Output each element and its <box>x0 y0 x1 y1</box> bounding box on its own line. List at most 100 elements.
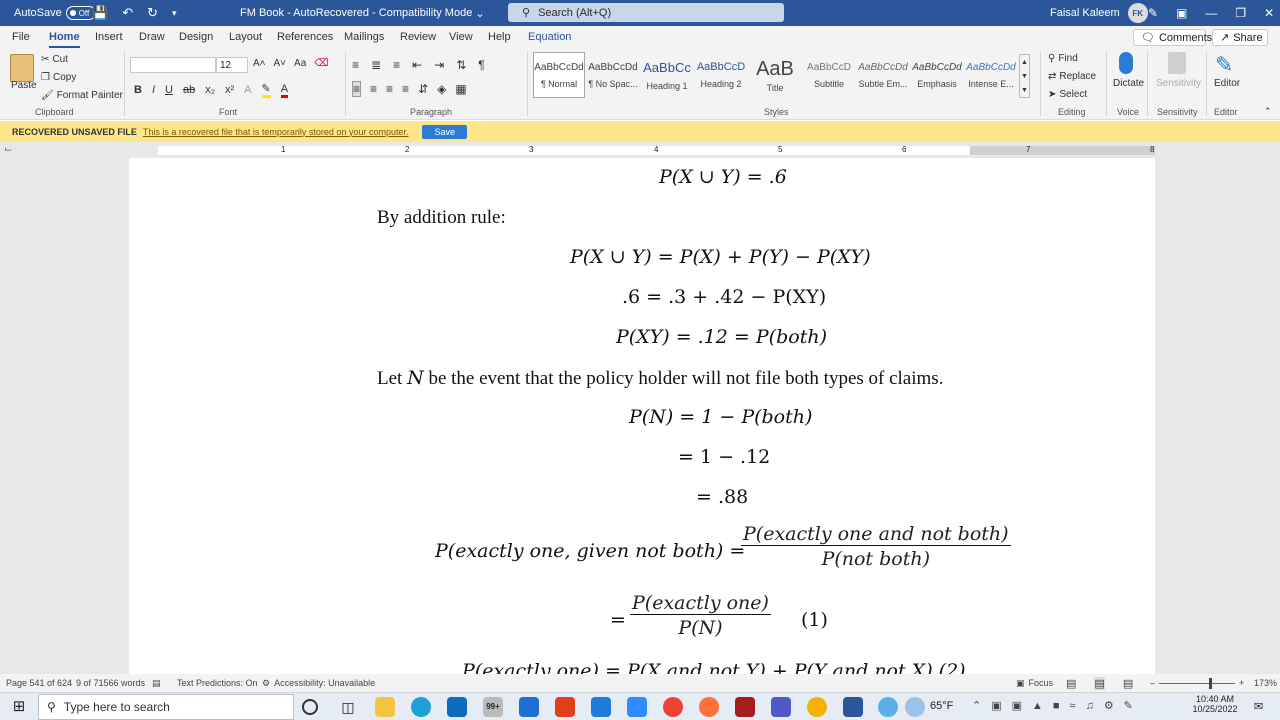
save-button[interactable]: Save <box>422 124 467 139</box>
ruler[interactable]: ⌙ 1 2 3 4 5 6 7 8 <box>0 142 1280 158</box>
font-color-icon[interactable]: A <box>280 83 289 98</box>
firefox-icon[interactable] <box>699 697 719 717</box>
tab-equation[interactable]: Equation <box>528 26 571 48</box>
comments-button[interactable]: 🗨 Comments <box>1133 29 1212 46</box>
user-name[interactable]: Faisal Kaleem <box>1050 7 1120 19</box>
highlight-icon[interactable]: ✎ <box>261 82 271 98</box>
tab-references[interactable]: References <box>277 26 333 48</box>
editor-button[interactable]: Editor <box>1214 78 1240 89</box>
read-mode-icon[interactable]: ▤ <box>1066 677 1076 690</box>
tab-home[interactable]: Home <box>49 26 80 48</box>
superscript-button[interactable]: x² <box>225 84 234 96</box>
bullets-icon[interactable]: ≡ <box>352 58 359 72</box>
decrease-indent-icon[interactable]: ⇤ <box>412 58 422 72</box>
windows-start-icon[interactable]: ⊞ <box>9 697 29 717</box>
sensitivity-button[interactable]: Sensitivity <box>1156 78 1201 89</box>
copy-button[interactable]: ❐ Copy <box>41 72 76 83</box>
style-title[interactable]: AaB Title <box>749 52 801 98</box>
clear-format-icon[interactable]: ⌫ <box>314 58 328 69</box>
undo-icon[interactable]: ↶ <box>122 5 133 21</box>
styles-scroll[interactable]: ▲ ▼ ▼ <box>1019 54 1030 98</box>
word-icon[interactable] <box>843 697 863 717</box>
equation-tag[interactable]: (1) <box>801 609 828 631</box>
font-size-input[interactable]: 12 <box>216 57 248 73</box>
app-icon[interactable] <box>591 697 611 717</box>
tab-layout[interactable]: Layout <box>229 26 262 48</box>
equation-conditional-lhs[interactable]: P(exactly one, given not both) = <box>435 540 745 562</box>
style-subtitle[interactable]: AaBbCcD Subtitle <box>803 52 855 98</box>
equation-pn[interactable]: P(N) = 1 − P(both) <box>629 406 812 428</box>
ribbon-display-icon[interactable]: ▣ <box>1176 6 1187 20</box>
equation-pn-result[interactable]: = .88 <box>696 486 748 508</box>
sort-icon[interactable]: ⇅ <box>456 58 466 72</box>
tab-selector-icon[interactable]: ⌙ <box>4 144 12 155</box>
share-button[interactable]: ↗ Share <box>1212 29 1268 46</box>
equation-union[interactable]: P(X ∪ Y) = .6 <box>659 166 787 188</box>
search-box[interactable]: ⚲ Search (Alt+Q) <box>508 3 784 22</box>
style-heading-1[interactable]: AaBbCc Heading 1 <box>641 52 693 98</box>
mail-icon[interactable]: 99+ <box>483 697 503 717</box>
weather-icon[interactable] <box>905 697 925 717</box>
document-page[interactable]: P(X ∪ Y) = .6 By addition rule: P(X ∪ Y)… <box>129 158 1155 674</box>
recovery-message[interactable]: This is a recovered file that is tempora… <box>143 127 409 137</box>
fraction-result[interactable]: P(exactly one) P(N) <box>630 592 771 639</box>
redo-icon[interactable]: ↻ <box>147 5 158 21</box>
grow-font-button[interactable]: A˄ <box>253 58 266 69</box>
change-case-button[interactable]: Aa <box>294 58 306 69</box>
document-canvas[interactable]: P(X ∪ Y) = .6 By addition rule: P(X ∪ Y)… <box>0 158 1280 674</box>
maximize-icon[interactable]: ❐ <box>1235 6 1246 20</box>
tab-insert[interactable]: Insert <box>95 26 123 48</box>
weather-temp[interactable]: 65°F <box>930 700 953 712</box>
replace-button[interactable]: ⇄ Replace <box>1048 71 1096 82</box>
tab-help[interactable]: Help <box>488 26 511 48</box>
find-button[interactable]: ⚲ Find <box>1048 53 1078 64</box>
tab-design[interactable]: Design <box>179 26 213 48</box>
numbering-icon[interactable]: ≣ <box>371 58 381 72</box>
equation-substitution[interactable]: .6 = .3 + .42 − P(XY) <box>622 286 826 308</box>
align-center-icon[interactable]: ≡ <box>370 82 377 96</box>
equation-pn-step[interactable]: = 1 − .12 <box>678 446 770 468</box>
app-icon[interactable] <box>878 697 898 717</box>
editor-pen-icon[interactable]: ✎ <box>1215 52 1233 78</box>
cortana-icon[interactable] <box>302 699 318 715</box>
style-subtle-emphasis[interactable]: AaBbCcDd Subtle Em... <box>857 52 909 98</box>
document-title[interactable]: FM Book - AutoRecovered - Compatibility … <box>240 0 485 26</box>
style-emphasis[interactable]: AaBbCcDd Emphasis <box>911 52 963 98</box>
tab-mailings[interactable]: Mailings <box>344 26 384 48</box>
equation-addition-rule[interactable]: P(X ∪ Y) = P(X) + P(Y) − P(XY) <box>570 246 871 268</box>
taskbar-search[interactable]: ⚲ Type here to search <box>38 694 294 720</box>
pilcrow-icon[interactable]: ¶ <box>478 58 484 72</box>
zoom-level[interactable]: 173% <box>1254 674 1277 692</box>
system-tray[interactable]: ⌃▣▣▲■≈♫⚙✎ <box>972 699 1143 712</box>
minimize-icon[interactable]: — <box>1205 6 1217 20</box>
zoom-slider[interactable]: – + <box>1150 674 1244 692</box>
tab-draw[interactable]: Draw <box>139 26 165 48</box>
office-icon[interactable] <box>555 697 575 717</box>
app-icon[interactable] <box>807 697 827 717</box>
autosave[interactable]: AutoSave Off <box>14 0 96 26</box>
shading-icon[interactable]: ◈ <box>437 82 446 96</box>
format-painter-button[interactable]: 🖌 Format Painter <box>41 90 123 101</box>
dictate-button[interactable]: Dictate <box>1113 78 1144 89</box>
align-left-icon[interactable]: ≡ <box>352 81 362 97</box>
notifications-icon[interactable]: ✉ <box>1254 700 1263 713</box>
microphone-icon[interactable] <box>1119 52 1133 74</box>
chrome-icon[interactable] <box>663 697 683 717</box>
align-right-icon[interactable]: ≡ <box>386 82 393 96</box>
close-icon[interactable]: ✕ <box>1264 6 1274 20</box>
customize-toolbar-icon[interactable]: ▾ <box>172 8 177 19</box>
cut-button[interactable]: ✂ Cut <box>41 54 68 65</box>
clock[interactable]: 10:40 AM 10/25/2022 <box>1190 694 1240 714</box>
accessibility-status[interactable]: ⚙ Accessibility: Unavailable <box>262 674 375 692</box>
justify-icon[interactable]: ≡ <box>402 82 409 96</box>
paste-button[interactable]: Paste <box>11 80 37 91</box>
task-view-icon[interactable]: ◫ <box>338 697 358 717</box>
zoom-in-icon[interactable]: + <box>1239 678 1244 688</box>
subscript-button[interactable]: x₂ <box>205 84 215 96</box>
store-icon[interactable] <box>447 697 467 717</box>
multilevel-list-icon[interactable]: ≡ <box>393 58 400 72</box>
focus-button[interactable]: ▣ Focus <box>1016 674 1053 692</box>
shrink-font-button[interactable]: A˅ <box>274 58 287 69</box>
avatar[interactable]: FK <box>1127 3 1148 23</box>
collapse-ribbon-icon[interactable]: ⌃ <box>1264 106 1272 117</box>
